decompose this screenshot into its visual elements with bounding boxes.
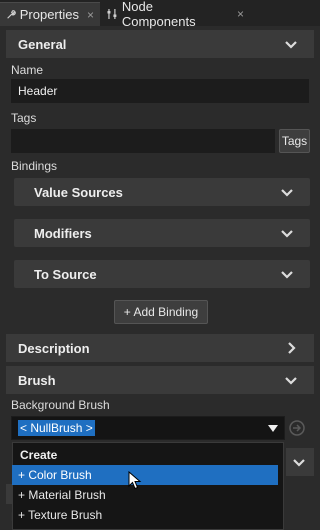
- chevron-right-icon: [288, 342, 296, 354]
- bindings-to-source[interactable]: To Source: [14, 260, 310, 288]
- tags-button[interactable]: Tags: [279, 129, 310, 153]
- section-title: General: [18, 36, 67, 52]
- section-description[interactable]: Description: [6, 334, 314, 362]
- section-title: Brush: [18, 372, 56, 388]
- tags-field[interactable]: [11, 129, 275, 153]
- wrench-icon: [7, 9, 16, 19]
- menu-item-material-brush[interactable]: + Material Brush: [12, 485, 278, 505]
- section-brush[interactable]: Brush: [6, 366, 314, 394]
- bindings-label: Bindings: [11, 159, 58, 173]
- add-binding-button[interactable]: + Add Binding: [114, 300, 208, 324]
- section-general[interactable]: General: [6, 30, 314, 58]
- chevron-down-icon: [285, 41, 297, 49]
- reset-arrow-icon[interactable]: [289, 420, 305, 436]
- modifiers-label: Modifiers: [34, 225, 92, 241]
- background-brush-select[interactable]: < NullBrush >: [11, 416, 285, 440]
- chevron-down-icon: [293, 459, 305, 467]
- dropdown-arrow-icon: [268, 425, 278, 432]
- to-source-label: To Source: [34, 266, 97, 282]
- chevron-down-icon: [281, 230, 293, 238]
- menu-item-texture-brush[interactable]: + Texture Brush: [12, 505, 278, 525]
- tab-label: Properties: [19, 7, 79, 22]
- chevron-down-icon: [281, 271, 293, 279]
- sliders-icon: [107, 9, 117, 19]
- close-icon[interactable]: ×: [87, 8, 94, 22]
- section-title: Description: [18, 340, 90, 356]
- chevron-down-icon: [285, 377, 297, 385]
- close-icon[interactable]: ×: [237, 7, 244, 21]
- tags-label: Tags: [11, 111, 37, 125]
- menu-item-color-brush[interactable]: + Color Brush: [12, 465, 278, 485]
- bindings-modifiers[interactable]: Modifiers: [14, 219, 310, 247]
- chevron-down-icon: [281, 189, 293, 197]
- mouse-cursor-icon: [128, 471, 142, 490]
- tab-label: Node Components: [121, 0, 196, 29]
- hidden-section-header[interactable]: [286, 448, 314, 476]
- bindings-value-sources[interactable]: Value Sources: [14, 178, 310, 206]
- name-value: Header: [18, 84, 58, 98]
- name-label: Name: [11, 63, 44, 77]
- tab-properties[interactable]: Properties ×: [0, 2, 100, 26]
- value-sources-label: Value Sources: [34, 184, 123, 200]
- name-field[interactable]: Header: [11, 79, 309, 103]
- background-brush-label: Background Brush: [11, 398, 110, 412]
- background-brush-value: < NullBrush >: [18, 420, 95, 436]
- tab-node-components[interactable]: Node Components ×: [100, 0, 250, 29]
- dropdown-header: Create: [20, 448, 58, 462]
